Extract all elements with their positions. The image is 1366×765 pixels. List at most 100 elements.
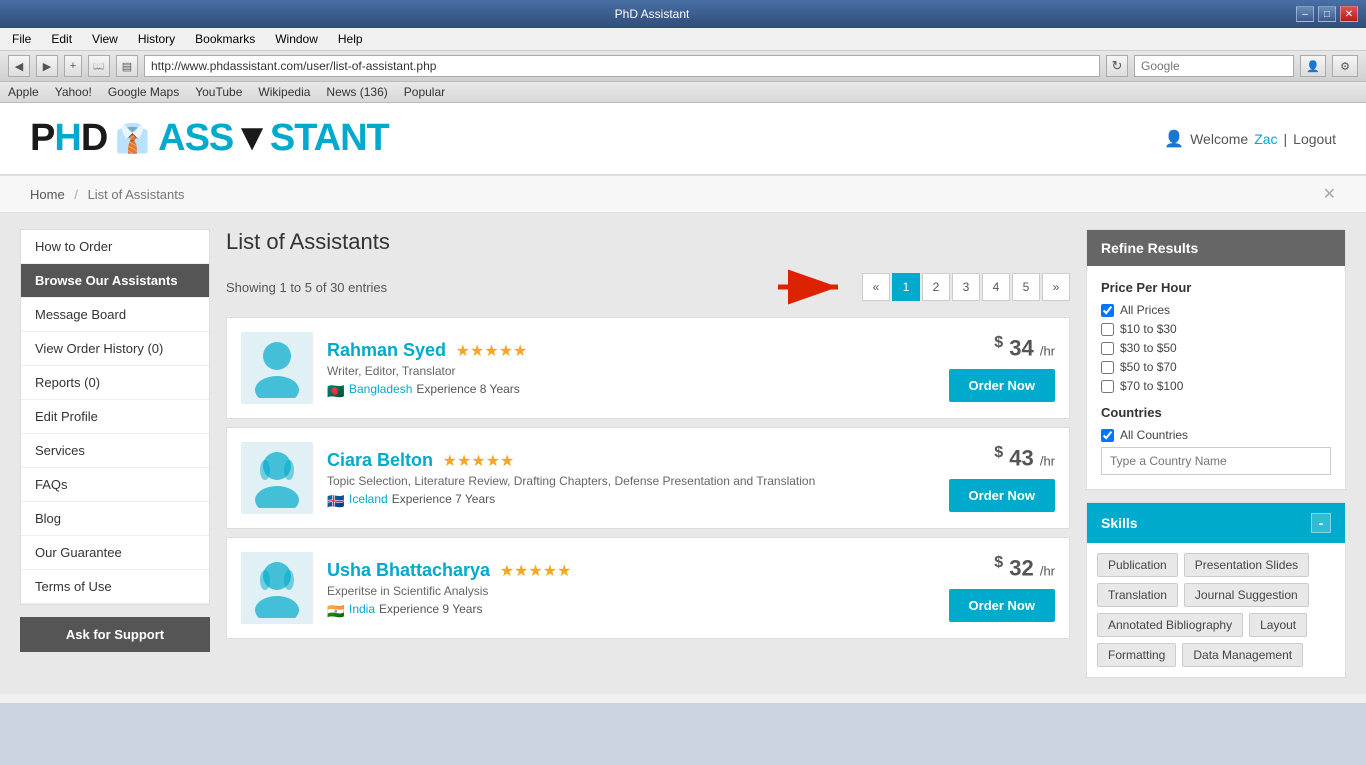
skill-publication[interactable]: Publication <box>1097 553 1178 577</box>
bookmark-youtube[interactable]: YouTube <box>195 85 242 99</box>
price-option-10-30[interactable]: $10 to $30 <box>1101 322 1331 336</box>
sidebar-item-reports[interactable]: Reports (0) <box>21 366 209 400</box>
menu-edit[interactable]: Edit <box>47 30 76 48</box>
pagination-prev[interactable]: « <box>862 273 890 301</box>
avatar-0 <box>241 332 313 404</box>
skills-collapse-btn[interactable]: - <box>1311 513 1331 533</box>
price-option-all[interactable]: All Prices <box>1101 303 1331 317</box>
price-checkbox-50-70[interactable] <box>1101 361 1114 374</box>
results-header: Showing 1 to 5 of 30 entries <box>226 269 1070 305</box>
maximize-btn[interactable]: □ <box>1318 6 1336 22</box>
country-link-2[interactable]: India <box>349 602 375 616</box>
assistant-info-1: Ciara Belton ★★★★★ Topic Selection, Lite… <box>327 450 921 506</box>
breadcrumb-home[interactable]: Home <box>30 187 65 202</box>
sidebar-item-our-guarantee[interactable]: Our Guarantee <box>21 536 209 570</box>
logout-link[interactable]: Logout <box>1293 131 1336 147</box>
sidebar-item-how-to-order[interactable]: How to Order <box>21 230 209 264</box>
countries-section: Countries All Countries <box>1101 405 1331 475</box>
assistant-name-row-0: Rahman Syed ★★★★★ <box>327 340 921 361</box>
sidebar-item-terms-of-use[interactable]: Terms of Use <box>21 570 209 604</box>
menu-history[interactable]: History <box>134 30 179 48</box>
skill-layout[interactable]: Layout <box>1249 613 1307 637</box>
back-btn[interactable]: ◀ <box>8 55 30 77</box>
search-input[interactable] <box>1134 55 1294 77</box>
pagination-page-3[interactable]: 3 <box>952 273 980 301</box>
bookmark-news[interactable]: News (136) <box>326 85 387 99</box>
menu-window[interactable]: Window <box>271 30 322 48</box>
logo-tie-icon: 👔 <box>115 122 150 155</box>
country-link-0[interactable]: Bangladesh <box>349 382 412 396</box>
breadcrumb: Home / List of Assistants <box>30 187 184 202</box>
country-link-1[interactable]: Iceland <box>349 492 388 506</box>
assistant-name-link-0[interactable]: Rahman Syed <box>327 340 446 360</box>
price-display-0: $ 34 /hr <box>994 334 1055 361</box>
bookmark-googlemaps[interactable]: Google Maps <box>108 85 179 99</box>
skill-presentation-slides[interactable]: Presentation Slides <box>1184 553 1309 577</box>
settings-btn[interactable]: ⚙ <box>1332 55 1358 77</box>
pagination-page-1[interactable]: 1 <box>892 273 920 301</box>
close-btn[interactable]: ✕ <box>1340 6 1358 22</box>
menu-view[interactable]: View <box>88 30 122 48</box>
order-btn-2[interactable]: Order Now <box>949 589 1055 622</box>
forward-btn[interactable]: ▶ <box>36 55 58 77</box>
assistant-card-1: Ciara Belton ★★★★★ Topic Selection, Lite… <box>226 427 1070 529</box>
menu-help[interactable]: Help <box>334 30 367 48</box>
price-checkbox-70-100[interactable] <box>1101 380 1114 393</box>
minimize-btn[interactable]: – <box>1296 6 1314 22</box>
price-option-30-50[interactable]: $30 to $50 <box>1101 341 1331 355</box>
price-checkbox-30-50[interactable] <box>1101 342 1114 355</box>
country-search-input[interactable] <box>1101 447 1331 475</box>
sidebar-item-faqs[interactable]: FAQs <box>21 468 209 502</box>
bookmark-wikipedia[interactable]: Wikipedia <box>258 85 310 99</box>
pagination-next[interactable]: » <box>1042 273 1070 301</box>
refresh-btn[interactable]: ↻ <box>1106 55 1128 77</box>
menu-bookmarks[interactable]: Bookmarks <box>191 30 259 48</box>
pagination-page-4[interactable]: 4 <box>982 273 1010 301</box>
sidebar-item-services[interactable]: Services <box>21 434 209 468</box>
price-display-1: $ 43 /hr <box>994 444 1055 471</box>
pagination-page-5[interactable]: 5 <box>1012 273 1040 301</box>
skill-formatting[interactable]: Formatting <box>1097 643 1176 667</box>
price-checkbox-10-30[interactable] <box>1101 323 1114 336</box>
bookmark-yahoo[interactable]: Yahoo! <box>55 85 92 99</box>
menu-file[interactable]: File <box>8 30 35 48</box>
male-avatar-icon <box>251 338 303 398</box>
pagination-page-2[interactable]: 2 <box>922 273 950 301</box>
url-input[interactable] <box>144 55 1100 77</box>
all-countries-checkbox[interactable] <box>1101 429 1114 442</box>
sidebar-item-browse-assistants[interactable]: Browse Our Assistants <box>21 264 209 298</box>
sidebar-item-message-board[interactable]: Message Board <box>21 298 209 332</box>
female-avatar-icon-2 <box>251 558 303 618</box>
order-btn-0[interactable]: Order Now <box>949 369 1055 402</box>
new-tab-btn[interactable]: + <box>64 55 82 77</box>
sidebar-item-order-history[interactable]: View Order History (0) <box>21 332 209 366</box>
sidebar-nav: How to Order Browse Our Assistants Messa… <box>20 229 210 605</box>
bookmarks-btn[interactable]: ▤ <box>116 55 138 77</box>
price-checkbox-all[interactable] <box>1101 304 1114 317</box>
experience-2: Experience 9 Years <box>379 602 482 616</box>
support-button[interactable]: Ask for Support <box>20 617 210 652</box>
assistant-name-row-1: Ciara Belton ★★★★★ <box>327 450 921 471</box>
user-name-link[interactable]: Zac <box>1254 131 1277 147</box>
reader-btn[interactable]: 📖 <box>88 55 110 77</box>
bookmark-apple[interactable]: Apple <box>8 85 39 99</box>
profile-btn[interactable]: 👤 <box>1300 55 1326 77</box>
skill-data-management[interactable]: Data Management <box>1182 643 1303 667</box>
skill-journal-suggestion[interactable]: Journal Suggestion <box>1184 583 1309 607</box>
skill-annotated-bibliography[interactable]: Annotated Bibliography <box>1097 613 1243 637</box>
site-header: PHD 👔 ASS▼STANT 👤 Welcome Zac | Logout <box>0 103 1366 175</box>
assistant-name-link-1[interactable]: Ciara Belton <box>327 450 433 470</box>
price-option-50-70[interactable]: $50 to $70 <box>1101 360 1331 374</box>
order-btn-1[interactable]: Order Now <box>949 479 1055 512</box>
sidebar-item-edit-profile[interactable]: Edit Profile <box>21 400 209 434</box>
all-countries-option[interactable]: All Countries <box>1101 428 1331 442</box>
close-breadcrumb-icon[interactable]: ✕ <box>1323 184 1336 204</box>
assistant-name-link-2[interactable]: Usha Bhattacharya <box>327 560 490 580</box>
price-label-10-30: $10 to $30 <box>1120 322 1177 336</box>
bookmark-popular[interactable]: Popular <box>404 85 445 99</box>
window-controls: – □ ✕ <box>1296 6 1358 22</box>
assistant-specialty-1: Topic Selection, Literature Review, Draf… <box>327 474 921 488</box>
skill-translation[interactable]: Translation <box>1097 583 1178 607</box>
price-option-70-100[interactable]: $70 to $100 <box>1101 379 1331 393</box>
sidebar-item-blog[interactable]: Blog <box>21 502 209 536</box>
